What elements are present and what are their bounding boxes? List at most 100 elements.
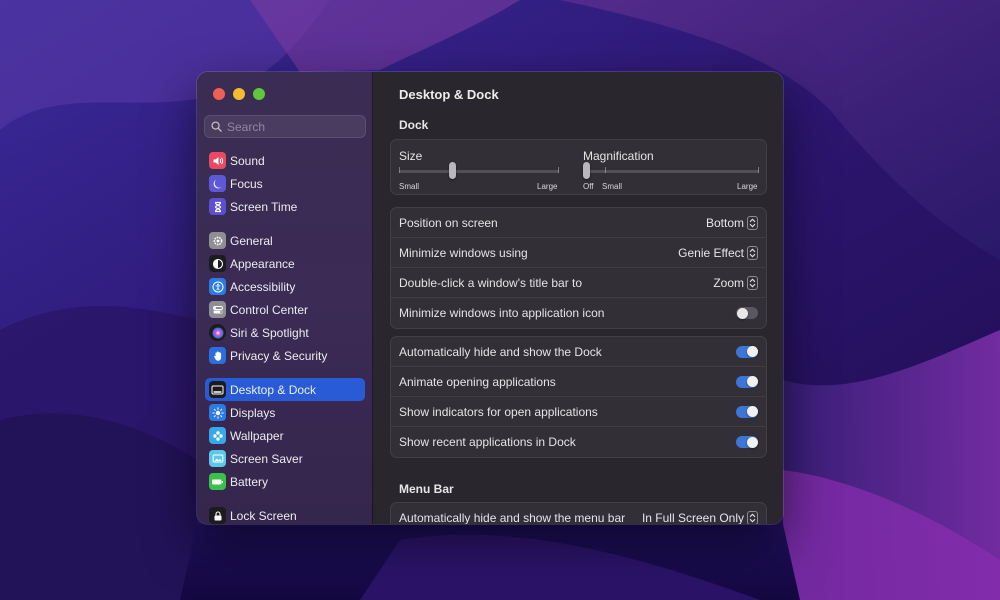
sidebar-item-label: Appearance xyxy=(230,256,295,271)
animate-opening-apps-toggle[interactable] xyxy=(736,375,758,388)
show-indicators-row: Show indicators for open applications xyxy=(391,397,766,427)
sidebar: Sound Focus Screen Time General xyxy=(197,72,373,524)
position-on-screen-row: Position on screen Bottom xyxy=(391,208,766,238)
screen-saver-icon xyxy=(209,450,226,467)
auto-hide-dock-row: Automatically hide and show the Dock xyxy=(391,337,766,367)
flower-icon xyxy=(209,427,226,444)
minimize-effect-popup[interactable]: Genie Effect xyxy=(678,245,758,260)
dock-icon xyxy=(209,381,226,398)
sidebar-item-label: Lock Screen xyxy=(230,508,297,523)
settings-window: Sound Focus Screen Time General xyxy=(197,72,783,524)
content-pane: Desktop & Dock Dock Size Small Large Mag… xyxy=(373,72,783,524)
sidebar-item-appearance[interactable]: Appearance xyxy=(205,252,365,275)
sidebar-item-focus[interactable]: Focus xyxy=(205,172,365,195)
siri-icon xyxy=(209,324,226,341)
close-window-button[interactable] xyxy=(213,88,225,100)
chevron-up-down-icon xyxy=(747,215,758,230)
sidebar-item-general[interactable]: General xyxy=(205,229,365,252)
sidebar-item-lock-screen[interactable]: Lock Screen xyxy=(205,504,365,524)
double-click-action-popup[interactable]: Zoom xyxy=(713,275,758,290)
sidebar-item-sound[interactable]: Sound xyxy=(205,149,365,172)
search-icon xyxy=(211,121,222,132)
auto-hide-dock-toggle[interactable] xyxy=(736,345,758,358)
setting-label: Automatically hide and show the menu bar xyxy=(399,511,626,524)
size-min-label: Small xyxy=(399,182,420,191)
minimize-windows-using-row: Minimize windows using Genie Effect xyxy=(391,238,766,268)
popup-value: Bottom xyxy=(705,215,744,230)
chevron-up-down-icon xyxy=(747,511,758,524)
sidebar-item-screen-time[interactable]: Screen Time xyxy=(205,195,365,218)
sidebar-item-privacy-security[interactable]: Privacy & Security xyxy=(205,344,365,367)
size-slider-thumb[interactable] xyxy=(448,162,456,179)
setting-label: Animate opening applications xyxy=(399,374,556,389)
sidebar-item-accessibility[interactable]: Accessibility xyxy=(205,275,365,298)
popup-value: Zoom xyxy=(713,275,744,290)
sidebar-item-label: Displays xyxy=(230,405,276,420)
setting-label: Show recent applications in Dock xyxy=(399,435,576,449)
menu-bar-panel: Automatically hide and show the menu bar… xyxy=(390,502,767,524)
control-center-icon xyxy=(209,301,226,318)
hourglass-icon xyxy=(209,198,226,215)
show-indicators-toggle[interactable] xyxy=(736,405,758,418)
auto-hide-menu-bar-popup[interactable]: In Full Screen Only xyxy=(642,511,758,524)
chevron-up-down-icon xyxy=(747,245,758,260)
sidebar-nav: Sound Focus Screen Time General Appearan… xyxy=(205,149,365,524)
magnification-max-label: Large xyxy=(737,182,758,191)
page-title: Desktop & Dock xyxy=(399,86,499,102)
sidebar-item-siri-spotlight[interactable]: Siri & Spotlight xyxy=(205,321,365,344)
sidebar-item-label: Battery xyxy=(230,474,269,489)
sun-icon xyxy=(209,404,226,421)
show-recent-apps-row: Show recent applications in Dock xyxy=(391,427,766,457)
sidebar-item-displays[interactable]: Displays xyxy=(205,401,365,424)
magnification-min-label: Small xyxy=(602,182,623,191)
auto-hide-menu-bar-row: Automatically hide and show the menu bar… xyxy=(391,503,766,524)
zoom-window-button[interactable] xyxy=(253,88,265,100)
appearance-icon xyxy=(209,255,226,272)
popup-value: Genie Effect xyxy=(678,245,744,260)
magnification-label: Magnification xyxy=(583,149,654,163)
search-field[interactable] xyxy=(204,115,366,138)
popup-value: In Full Screen Only xyxy=(641,511,744,524)
sidebar-item-desktop-dock[interactable]: Desktop & Dock xyxy=(205,378,365,401)
animate-opening-apps-row: Animate opening applications xyxy=(391,367,766,397)
sidebar-item-label: Siri & Spotlight xyxy=(230,325,309,340)
setting-label: Minimize windows using xyxy=(399,245,528,260)
sidebar-item-label: Accessibility xyxy=(230,279,296,294)
position-popup[interactable]: Bottom xyxy=(705,215,758,230)
sidebar-item-label: Sound xyxy=(230,153,265,168)
show-recent-apps-toggle[interactable] xyxy=(736,436,758,448)
setting-label: Minimize windows into application icon xyxy=(399,306,605,320)
lock-icon xyxy=(209,507,226,524)
sidebar-item-control-center[interactable]: Control Center xyxy=(205,298,365,321)
minimize-into-app-icon-toggle[interactable] xyxy=(736,307,758,319)
sidebar-item-label: Control Center xyxy=(230,302,309,317)
speaker-icon xyxy=(209,152,226,169)
dock-section-title: Dock xyxy=(399,118,429,132)
gear-icon xyxy=(209,232,226,249)
dock-toggles-panel: Automatically hide and show the Dock Ani… xyxy=(390,336,767,458)
minimize-window-button[interactable] xyxy=(233,88,245,100)
setting-label: Position on screen xyxy=(399,215,498,230)
sidebar-item-label: Desktop & Dock xyxy=(230,382,317,397)
dock-sliders-panel: Size Small Large Magnification Off Small… xyxy=(390,139,767,195)
moon-icon xyxy=(209,175,226,192)
sidebar-item-label: General xyxy=(230,233,273,248)
double-click-title-bar-row: Double-click a window's title bar to Zoo… xyxy=(391,268,766,298)
sidebar-item-screen-saver[interactable]: Screen Saver xyxy=(205,447,365,470)
dock-settings-panel: Position on screen Bottom Minimize windo… xyxy=(390,207,767,329)
magnification-slider-track[interactable] xyxy=(583,170,759,173)
minimize-into-app-icon-row: Minimize windows into application icon xyxy=(391,298,766,328)
size-max-label: Large xyxy=(537,182,558,191)
search-input[interactable] xyxy=(227,119,357,134)
chevron-up-down-icon xyxy=(747,275,758,290)
sidebar-item-label: Privacy & Security xyxy=(230,348,328,363)
sidebar-item-label: Screen Saver xyxy=(230,451,303,466)
setting-label: Double-click a window's title bar to xyxy=(399,275,583,290)
window-controls xyxy=(213,88,265,100)
size-slider-track[interactable] xyxy=(399,170,559,173)
sidebar-item-battery[interactable]: Battery xyxy=(205,470,365,493)
magnification-off-label: Off xyxy=(583,182,594,191)
setting-label: Automatically hide and show the Dock xyxy=(399,344,602,359)
sidebar-item-wallpaper[interactable]: Wallpaper xyxy=(205,424,365,447)
magnification-slider-thumb[interactable] xyxy=(583,162,590,179)
